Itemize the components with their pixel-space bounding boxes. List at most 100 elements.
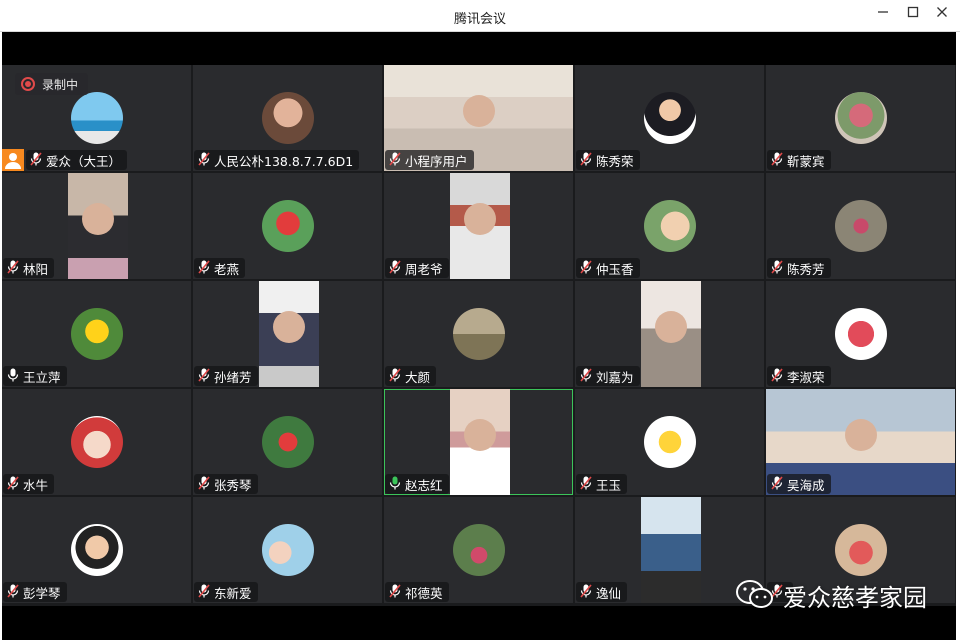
mic-muted-icon [198,583,210,601]
maximize-icon[interactable] [900,4,926,26]
participant-name-tag: 陈秀芳 [767,258,831,278]
participant-name-tag: 周老爷 [385,258,449,278]
participant-tile[interactable]: 林阳 [2,173,191,279]
recording-indicator[interactable]: 录制中 [15,73,89,95]
participant-name: 水牛 [23,477,49,493]
participant-tile[interactable]: 仲玉香 [575,173,764,279]
participant-tile[interactable]: 水牛 [2,389,191,495]
participant-avatar [261,524,314,576]
participant-name: 陈秀芳 [787,261,825,277]
participant-tile[interactable]: 王玉 [575,389,764,495]
participant-avatar [70,416,123,468]
participant-name-tag: 张秀琴 [194,474,258,494]
mic-muted-icon [7,259,19,277]
person-silhouette [273,310,305,343]
participant-name: 东新爱 [214,585,252,601]
participant-tile[interactable]: 王立萍 [2,281,191,387]
host-badge-icon [2,149,24,171]
participant-name: 大颜 [405,369,431,385]
participant-tile[interactable]: 陈秀荣 [575,65,764,171]
participant-name: 吴海成 [787,477,825,493]
participant-name-tag: 刘嘉为 [576,366,640,386]
participant-tile[interactable]: 李淑荣 [766,281,955,387]
participant-avatar [261,416,314,468]
participant-tile[interactable]: 人民公朴138.8.7.7.6D1 [193,65,382,171]
participant-name: 祁德英 [405,585,443,601]
participant-name: 李淑荣 [787,369,825,385]
participant-name: 彭学琴 [23,585,61,601]
participant-name-tag: 人民公朴138.8.7.7.6D1 [194,150,360,170]
participant-name-tag: 孙绪芳 [194,366,258,386]
participant-name-tag: 逸仙 [576,582,628,602]
mic-icon [389,476,401,493]
participant-video [450,173,510,279]
mic-muted-icon [389,151,401,169]
participant-avatar [643,92,696,144]
participant-name: 周老爷 [405,261,443,277]
record-icon [21,77,35,91]
mic-muted-icon [580,367,592,385]
participant-tile[interactable]: 小程序用户 [384,65,573,171]
participant-video [641,281,701,387]
mic-icon [7,368,19,385]
participant-avatar [452,308,505,360]
person-silhouette [462,94,495,127]
person-silhouette [82,202,114,235]
participant-tile[interactable]: 吴海成 [766,389,955,495]
participant-tile[interactable]: 彭学琴 [2,497,191,603]
video-grid: 爱众（大王） 人民公朴138.8.7.7.6D1 小程序用户 陈秀荣 靳蒙宾林阳 老燕 周老… [2,65,956,606]
participant-tile[interactable]: 周老爷 [384,173,573,279]
participant-name: 爱众（大王） [46,153,122,169]
participant-tile[interactable]: 祁德英 [384,497,573,603]
participant-name-tag: 李淑荣 [767,366,831,386]
wechat-icon [736,580,773,608]
participant-tile[interactable]: 东新爱 [193,497,382,603]
participant-name: 王立萍 [23,369,61,385]
participant-video [68,173,128,279]
close-icon[interactable] [929,4,955,26]
participant-name-tag: 爱众（大王） [26,150,128,170]
participant-name-tag: 陈秀荣 [576,150,640,170]
mic-muted-icon [580,259,592,277]
mic-muted-icon [198,475,210,493]
participant-tile[interactable]: 大颜 [384,281,573,387]
participant-name: 陈秀荣 [596,153,634,169]
participant-avatar [70,524,123,576]
mic-muted-icon [580,475,592,493]
participant-name-tag: 彭学琴 [3,582,67,602]
participant-name-tag: 老燕 [194,258,246,278]
person-silhouette [844,418,877,451]
participant-name-tag: 水牛 [3,474,55,494]
participant-tile[interactable]: 陈秀芳 [766,173,955,279]
mic-muted-icon [389,259,401,277]
participant-name: 仲玉香 [596,261,634,277]
person-silhouette [464,202,496,235]
participant-tile[interactable]: 靳蒙宾 [766,65,955,171]
participant-name: 靳蒙宾 [787,153,825,169]
participant-tile[interactable]: 赵志红 [384,389,573,495]
participant-name: 赵志红 [405,477,443,493]
participant-video [450,389,510,495]
participant-tile[interactable]: 老燕 [193,173,382,279]
participant-avatar [261,92,314,144]
mic-muted-icon [389,367,401,385]
participant-tile[interactable]: 张秀琴 [193,389,382,495]
recording-label: 录制中 [42,77,79,92]
minimize-icon[interactable] [870,4,896,26]
participant-avatar [643,200,696,252]
window-title: 腾讯会议 [453,12,506,27]
mic-muted-icon [771,259,783,277]
participant-name-tag: 王立萍 [3,366,67,386]
participant-tile[interactable]: 刘嘉为 [575,281,764,387]
mic-muted-icon [771,151,783,169]
watermark-text: 爱众慈孝家园 [783,583,927,612]
mic-muted-icon [7,583,19,601]
participant-tile[interactable]: 孙绪芳 [193,281,382,387]
participant-avatar [834,524,887,576]
participant-name: 人民公朴138.8.7.7.6D1 [214,153,354,169]
participant-name-tag: 小程序用户 [385,150,474,170]
participant-name-tag: 靳蒙宾 [767,150,831,170]
participant-name: 小程序用户 [405,153,468,169]
watermark: 爱众慈孝家园 [735,578,927,612]
mic-muted-icon [198,259,210,277]
